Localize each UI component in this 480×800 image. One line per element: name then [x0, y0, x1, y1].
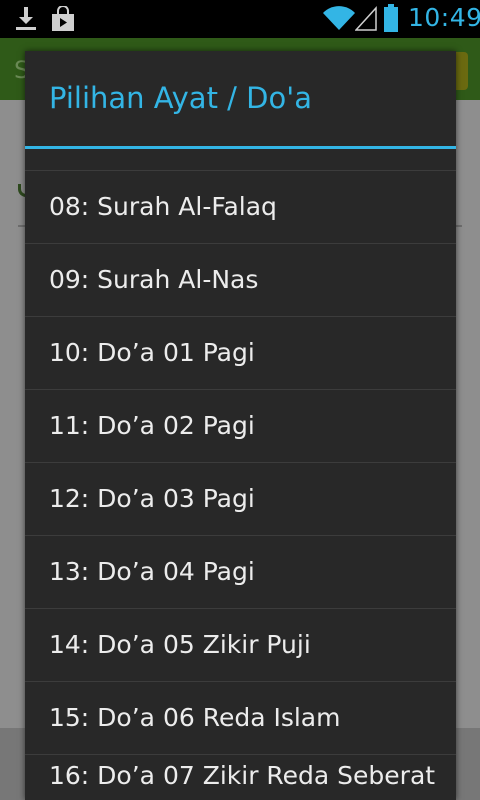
- list-item[interactable]: 14: Do’a 05 Zikir Puji: [25, 608, 456, 681]
- screen: S 10:49 Pilihan Ayat / Do'a 08: Surah Al…: [0, 0, 480, 800]
- dialog-title: Pilihan Ayat / Do'a: [49, 81, 312, 115]
- list-item-label: 09: Surah Al-Nas: [49, 265, 259, 294]
- dialog-list[interactable]: 08: Surah Al-Falaq 09: Surah Al-Nas 10: …: [25, 149, 456, 800]
- list-item-label: 12: Do’a 03 Pagi: [49, 484, 255, 513]
- shopping-bag-icon: [52, 6, 74, 31]
- list-item[interactable]: 12: Do’a 03 Pagi: [25, 462, 456, 535]
- list-item-label: 10: Do’a 01 Pagi: [49, 338, 255, 367]
- download-icon: [16, 7, 36, 30]
- wifi-icon: [323, 6, 355, 30]
- list-item-label: 08: Surah Al-Falaq: [49, 192, 277, 221]
- list-item[interactable]: [25, 149, 456, 170]
- list-item[interactable]: 15: Do’a 06 Reda Islam: [25, 681, 456, 754]
- list-item[interactable]: 11: Do’a 02 Pagi: [25, 389, 456, 462]
- status-bar: 10:49: [0, 0, 480, 38]
- list-item[interactable]: 09: Surah Al-Nas: [25, 243, 456, 316]
- list-item[interactable]: 13: Do’a 04 Pagi: [25, 535, 456, 608]
- list-item-label: 16: Do’a 07 Zikir Reda Seberat: [49, 761, 436, 790]
- list-item[interactable]: 16: Do’a 07 Zikir Reda Seberat: [25, 754, 456, 800]
- list-item-label: 13: Do’a 04 Pagi: [49, 557, 255, 586]
- list-item-label: 11: Do’a 02 Pagi: [49, 411, 255, 440]
- list-item[interactable]: 08: Surah Al-Falaq: [25, 170, 456, 243]
- list-item-label: 15: Do’a 06 Reda Islam: [49, 703, 341, 732]
- list-item[interactable]: 10: Do’a 01 Pagi: [25, 316, 456, 389]
- status-time: 10:49: [408, 3, 480, 32]
- selection-dialog: Pilihan Ayat / Do'a 08: Surah Al-Falaq 0…: [25, 51, 456, 800]
- battery-icon: [384, 4, 398, 32]
- signal-icon: [355, 6, 377, 31]
- list-item-label: 14: Do’a 05 Zikir Puji: [49, 630, 311, 659]
